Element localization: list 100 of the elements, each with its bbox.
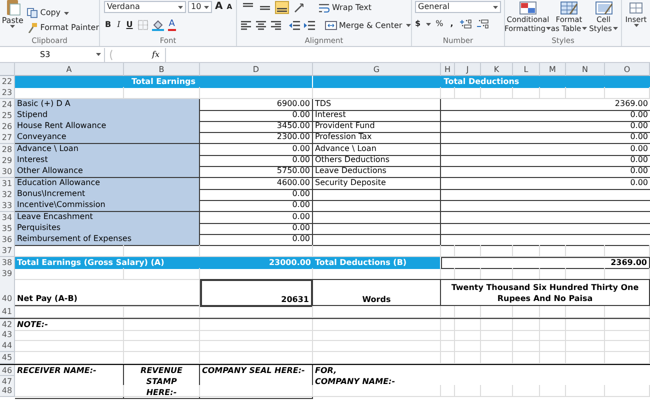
earning-label: Leave Encashment: [15, 212, 200, 224]
caret-icon: [178, 6, 183, 8]
earning-label: Other Allowance: [15, 166, 200, 178]
italic-button[interactable]: I: [116, 20, 122, 30]
font-size-field[interactable]: 10: [188, 1, 212, 13]
row-number[interactable]: 28: [0, 144, 15, 156]
caret-icon: [426, 22, 431, 26]
empty-cell[interactable]: [313, 188, 441, 201]
caret-icon: [406, 24, 411, 27]
name-box-value: S3: [40, 50, 50, 60]
font-color-button[interactable]: A: [168, 19, 176, 31]
format-painter-button[interactable]: Format Painter: [27, 23, 99, 33]
earning-amount: 0.00: [200, 155, 313, 168]
align-left-icon[interactable]: [241, 20, 252, 31]
row-number[interactable]: 39: [0, 268, 15, 280]
number-format-field[interactable]: General: [415, 1, 501, 13]
for-label: FOR,: [314, 364, 338, 376]
deduction-amount: 0.00: [441, 155, 650, 168]
company-seal-label: COMPANY SEAL HERE:-: [200, 364, 313, 399]
empty-cell[interactable]: [313, 222, 441, 235]
paintbrush-icon: [27, 23, 38, 33]
caret-icon: [612, 27, 618, 30]
empty-cell[interactable]: [313, 234, 441, 246]
row-number[interactable]: 33: [0, 200, 15, 212]
earning-label: Perquisites: [15, 222, 200, 235]
row-number[interactable]: 32: [0, 188, 15, 201]
row-number[interactable]: 37: [0, 245, 15, 258]
earning-amount: 0.00: [200, 212, 313, 224]
percent-button[interactable]: %: [436, 19, 444, 29]
row-number[interactable]: 27: [0, 132, 15, 144]
align-center-icon[interactable]: [256, 20, 267, 31]
paste-button[interactable]: Paste: [0, 0, 26, 35]
row-number[interactable]: 40: [0, 279, 15, 308]
increase-indent-icon[interactable]: [304, 20, 315, 31]
decrease-decimal-icon[interactable]: [477, 19, 490, 29]
empty-cell[interactable]: [313, 200, 441, 212]
row-number[interactable]: 35: [0, 222, 15, 235]
row-number[interactable]: 24: [0, 98, 15, 111]
wrap-text-icon: [319, 2, 330, 12]
font-name-field[interactable]: Verdana: [104, 1, 186, 13]
row-number[interactable]: 48: [0, 385, 15, 398]
deduction-label: Interest: [313, 110, 441, 122]
vertical-align-button[interactable]: [275, 1, 289, 14]
wrap-text-button[interactable]: Wrap Text: [319, 2, 372, 12]
row-number[interactable]: 36: [0, 234, 15, 246]
net-pay-label: Net Pay (A-B): [15, 279, 200, 308]
row-number[interactable]: 42: [0, 318, 15, 331]
row-number[interactable]: 46: [0, 364, 15, 376]
align-right-icon[interactable]: [271, 20, 282, 31]
underline-button[interactable]: U: [125, 20, 134, 30]
bold-button[interactable]: B: [104, 20, 112, 30]
row-number[interactable]: 38: [0, 256, 15, 269]
fill-bucket-icon[interactable]: [152, 20, 164, 30]
number-format-value: General: [418, 2, 450, 12]
insert-function-button[interactable]: fx: [150, 50, 162, 60]
deduction-amount: 0.00: [441, 144, 650, 156]
earning-amount: 0.00: [200, 110, 313, 122]
earning-label: Reimbursement of Expenses: [15, 234, 200, 246]
decrease-indent-icon[interactable]: [289, 20, 300, 31]
comma-button[interactable]: ,: [448, 19, 456, 29]
earning-amount: 0.00: [200, 222, 313, 235]
earning-label: Advance \ Loan: [15, 144, 200, 156]
row-number[interactable]: 43: [0, 328, 15, 341]
earning-amount: 5750.00: [200, 166, 313, 178]
row-number[interactable]: 26: [0, 121, 15, 134]
deduction-amount: 0.00: [441, 121, 650, 134]
row-number[interactable]: 25: [0, 110, 15, 122]
earning-amount: 0.00: [200, 188, 313, 201]
copy-button[interactable]: Copy: [27, 8, 99, 18]
earning-label: Stipend: [15, 110, 200, 122]
row-number[interactable]: 31: [0, 178, 15, 190]
empty-cell[interactable]: [313, 212, 441, 224]
caret-icon: [546, 27, 552, 30]
merge-center-button[interactable]: Merge & Center: [325, 20, 411, 30]
caret-icon: [634, 24, 638, 27]
row-number[interactable]: 23: [0, 87, 15, 100]
deduction-amount: 0.00: [441, 110, 650, 122]
caret-icon: [204, 6, 209, 8]
borders-icon[interactable]: [138, 20, 148, 30]
row-number[interactable]: 34: [0, 212, 15, 224]
deduction-label: Security Deposite: [313, 178, 441, 190]
row-number[interactable]: 44: [0, 340, 15, 352]
total-deductions-value: 2369.00: [441, 256, 650, 269]
name-box[interactable]: S3: [0, 48, 105, 62]
row-number[interactable]: 41: [0, 306, 15, 318]
row-number[interactable]: 29: [0, 155, 15, 168]
earning-amount: 4600.00: [200, 178, 313, 190]
row-number[interactable]: 22: [0, 76, 15, 88]
grow-font-button[interactable]: A: [214, 2, 224, 12]
earning-label: Conveyance: [15, 132, 200, 144]
total-earnings-value: 23000.00: [200, 256, 313, 269]
increase-decimal-icon[interactable]: [460, 19, 472, 29]
currency-button[interactable]: $: [415, 19, 421, 29]
row-number[interactable]: 30: [0, 166, 15, 178]
align-lines-icon: [277, 8, 287, 12]
row-number[interactable]: 45: [0, 352, 15, 364]
net-pay-amount: 20631: [200, 279, 313, 308]
deduction-amount: 0.00: [441, 132, 650, 144]
deduction-amount: 0.00: [441, 166, 650, 178]
earning-label: Bonus\Increment: [15, 188, 200, 201]
